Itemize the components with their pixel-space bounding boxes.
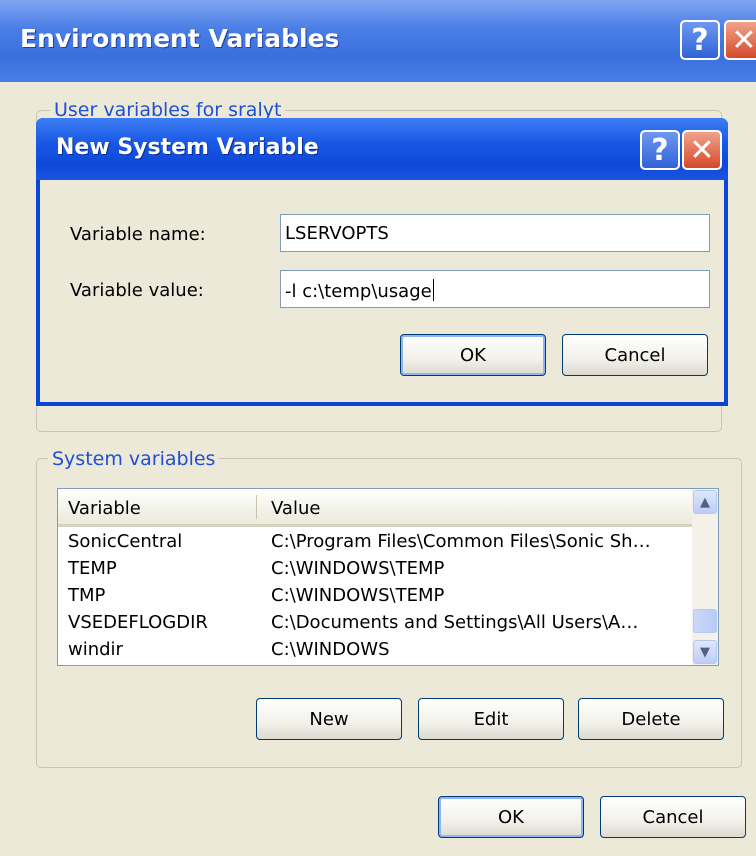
- row-variable: SonicCentral: [68, 531, 183, 552]
- edit-button[interactable]: Edit: [418, 698, 564, 740]
- new-var-cancel-button[interactable]: Cancel: [562, 334, 708, 376]
- row-variable: TEMP: [68, 558, 117, 579]
- row-value: C:\WINDOWS\TEMP: [271, 558, 445, 579]
- row-value: C:\WINDOWS\TEMP: [271, 585, 445, 606]
- env-window-title: Environment Variables: [20, 24, 340, 53]
- column-header-value[interactable]: Value: [271, 498, 320, 519]
- variable-value-input[interactable]: -l c:\temp\usage: [280, 270, 710, 308]
- variable-value-label: Variable value:: [70, 280, 204, 301]
- scroll-up-icon[interactable]: ▲: [693, 490, 717, 514]
- table-row[interactable]: windir C:\WINDOWS: [58, 637, 692, 665]
- env-titlebar[interactable]: Environment Variables ? ✕: [0, 0, 756, 82]
- scrollbar-thumb[interactable]: [693, 609, 717, 633]
- new-var-dialog-title: New System Variable: [56, 135, 319, 160]
- env-ok-button[interactable]: OK: [438, 796, 584, 838]
- env-help-icon[interactable]: ?: [680, 20, 720, 60]
- delete-button[interactable]: Delete: [578, 698, 724, 740]
- column-divider[interactable]: [256, 495, 257, 519]
- system-variables-label: System variables: [48, 448, 220, 470]
- table-row[interactable]: SonicCentral C:\Program Files\Common Fil…: [58, 529, 692, 557]
- table-row[interactable]: TMP C:\WINDOWS\TEMP: [58, 583, 692, 611]
- row-variable: TMP: [68, 585, 106, 606]
- row-value: C:\Documents and Settings\All Users\A…: [271, 612, 639, 633]
- env-cancel-button[interactable]: Cancel: [600, 796, 746, 838]
- table-row[interactable]: TEMP C:\WINDOWS\TEMP: [58, 556, 692, 584]
- text-caret: [432, 279, 434, 301]
- new-button[interactable]: New: [256, 698, 402, 740]
- row-variable: VSEDEFLOGDIR: [68, 612, 208, 633]
- row-variable: windir: [68, 639, 123, 660]
- variable-name-label: Variable name:: [70, 224, 206, 245]
- new-system-variable-dialog: New System Variable ? ✕ Variable name: L…: [36, 118, 728, 406]
- table-row[interactable]: VSEDEFLOGDIR C:\Documents and Settings\A…: [58, 610, 692, 638]
- system-variables-list[interactable]: Variable Value SonicCentral C:\Program F…: [57, 488, 719, 666]
- vertical-scrollbar[interactable]: ▲ ▼: [692, 489, 718, 665]
- row-value: C:\WINDOWS: [271, 639, 390, 660]
- new-var-ok-button[interactable]: OK: [400, 334, 546, 376]
- row-value: C:\Program Files\Common Files\Sonic Sh…: [271, 531, 651, 552]
- scroll-down-icon[interactable]: ▼: [693, 640, 717, 664]
- list-header: Variable Value: [58, 489, 692, 527]
- new-var-close-icon[interactable]: ✕: [682, 130, 722, 170]
- env-close-icon[interactable]: ✕: [724, 20, 756, 60]
- new-var-dialog-body: Variable name: LSERVOPTS Variable value:…: [40, 180, 724, 402]
- variable-name-input[interactable]: LSERVOPTS: [280, 214, 710, 252]
- new-var-help-icon[interactable]: ?: [640, 130, 680, 170]
- new-var-titlebar[interactable]: New System Variable ? ✕: [36, 118, 728, 180]
- column-header-variable[interactable]: Variable: [68, 498, 141, 519]
